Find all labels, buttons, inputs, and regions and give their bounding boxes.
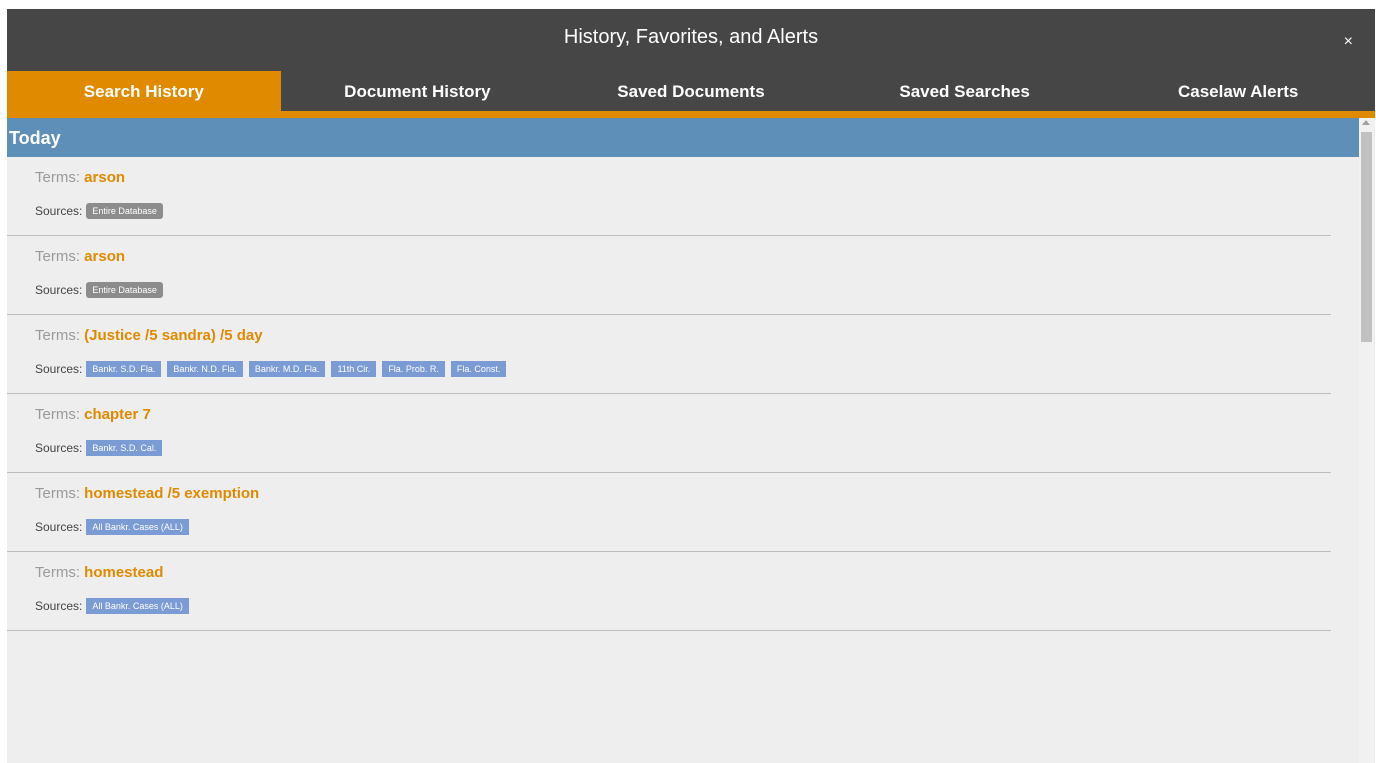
section-header-today: Today <box>7 118 1359 157</box>
dialog-title: History, Favorites, and Alerts <box>563 26 819 48</box>
history-entry[interactable]: Terms: chapter 7 Sources: Bankr. S.D. Cal. <box>7 394 1331 473</box>
tab-bar: Search History Document History Saved Do… <box>7 71 1375 118</box>
entry-sources: Sources: Entire Database <box>35 203 1331 219</box>
terms-label: Terms: <box>35 485 80 502</box>
history-entry[interactable]: Terms: arson Sources: Entire Database <box>7 157 1331 236</box>
sources-label: Sources: <box>35 599 83 613</box>
terms-label: Terms: <box>35 327 80 344</box>
source-chip[interactable]: Fla. Prob. R. <box>382 361 445 377</box>
sources-label: Sources: <box>35 362 83 376</box>
history-list[interactable]: Today Terms: arson Sources: Entire Databas… <box>7 118 1359 763</box>
source-chip[interactable]: 11th Cir. <box>331 361 377 377</box>
scroll-up-arrow-icon[interactable] <box>1362 120 1370 125</box>
source-chip[interactable]: All Bankr. Cases (ALL) <box>86 519 189 535</box>
terms-label: Terms: <box>35 169 80 186</box>
history-entry[interactable]: Terms: homestead Sources: All Bankr. Cases… <box>7 552 1331 631</box>
source-chip[interactable]: Entire Database <box>86 203 163 219</box>
terms-value-link[interactable]: homestead <box>84 564 163 581</box>
sources-label: Sources: <box>35 520 83 534</box>
history-entry[interactable]: Terms: homestead /5 exemption Sources: All… <box>7 473 1331 552</box>
tab-saved-documents[interactable]: Saved Documents <box>554 71 828 111</box>
entry-sources: Sources: Entire Database <box>35 282 1331 298</box>
source-chip[interactable]: All Bankr. Cases (ALL) <box>86 598 189 614</box>
terms-label: Terms: <box>35 248 80 265</box>
close-icon[interactable]: × <box>1344 34 1353 50</box>
sources-label: Sources: <box>35 441 83 455</box>
entry-terms: Terms: homestead /5 exemption <box>35 485 1331 509</box>
source-chip[interactable]: Entire Database <box>86 282 163 298</box>
tab-search-history[interactable]: Search History <box>7 71 281 111</box>
terms-label: Terms: <box>35 406 80 423</box>
entry-terms: Terms: (Justice /5 sandra) /5 day <box>35 327 1331 351</box>
history-dialog: History, Favorites, and Alerts × Search … <box>7 9 1375 763</box>
vertical-scrollbar[interactable] <box>1359 118 1374 763</box>
entries-container: Terms: arson Sources: Entire Database Terms… <box>7 157 1359 631</box>
source-chip[interactable]: Fla. Const. <box>450 361 507 377</box>
tab-saved-searches[interactable]: Saved Searches <box>828 71 1102 111</box>
history-entry[interactable]: Terms: arson Sources: Entire Database <box>7 236 1331 315</box>
terms-value-link[interactable]: arson <box>84 248 125 265</box>
terms-value-link[interactable]: chapter 7 <box>84 406 151 423</box>
entry-sources: Sources: Bankr. S.D. Cal. <box>35 440 1331 456</box>
tab-document-history[interactable]: Document History <box>281 71 555 111</box>
source-chip[interactable]: Bankr. N.D. Fla. <box>167 361 243 377</box>
terms-value-link[interactable]: arson <box>84 169 125 186</box>
entry-terms: Terms: arson <box>35 248 1331 272</box>
source-chip[interactable]: Bankr. M.D. Fla. <box>248 361 326 377</box>
terms-value-link[interactable]: (Justice /5 sandra) /5 day <box>84 327 262 344</box>
tab-caselaw-alerts[interactable]: Caselaw Alerts <box>1101 71 1375 111</box>
entry-terms: Terms: chapter 7 <box>35 406 1331 430</box>
entry-sources: Sources: Bankr. S.D. Fla. Bankr. N.D. Fla.… <box>35 361 1331 377</box>
sources-label: Sources: <box>35 283 83 297</box>
history-entry[interactable]: Terms: (Justice /5 sandra) /5 day Sources… <box>7 315 1331 394</box>
sources-label: Sources: <box>35 204 83 218</box>
source-chip[interactable]: Bankr. S.D. Cal. <box>86 440 163 456</box>
dialog-titlebar: History, Favorites, and Alerts × <box>7 9 1375 71</box>
entry-terms: Terms: homestead <box>35 564 1331 588</box>
scrollbar-thumb[interactable] <box>1361 132 1372 342</box>
source-chip[interactable]: Bankr. S.D. Fla. <box>86 361 162 377</box>
terms-value-link[interactable]: homestead /5 exemption <box>84 485 259 502</box>
entry-sources: Sources: All Bankr. Cases (ALL) <box>35 519 1331 535</box>
terms-label: Terms: <box>35 564 80 581</box>
entry-sources: Sources: All Bankr. Cases (ALL) <box>35 598 1331 614</box>
entry-terms: Terms: arson <box>35 169 1331 193</box>
